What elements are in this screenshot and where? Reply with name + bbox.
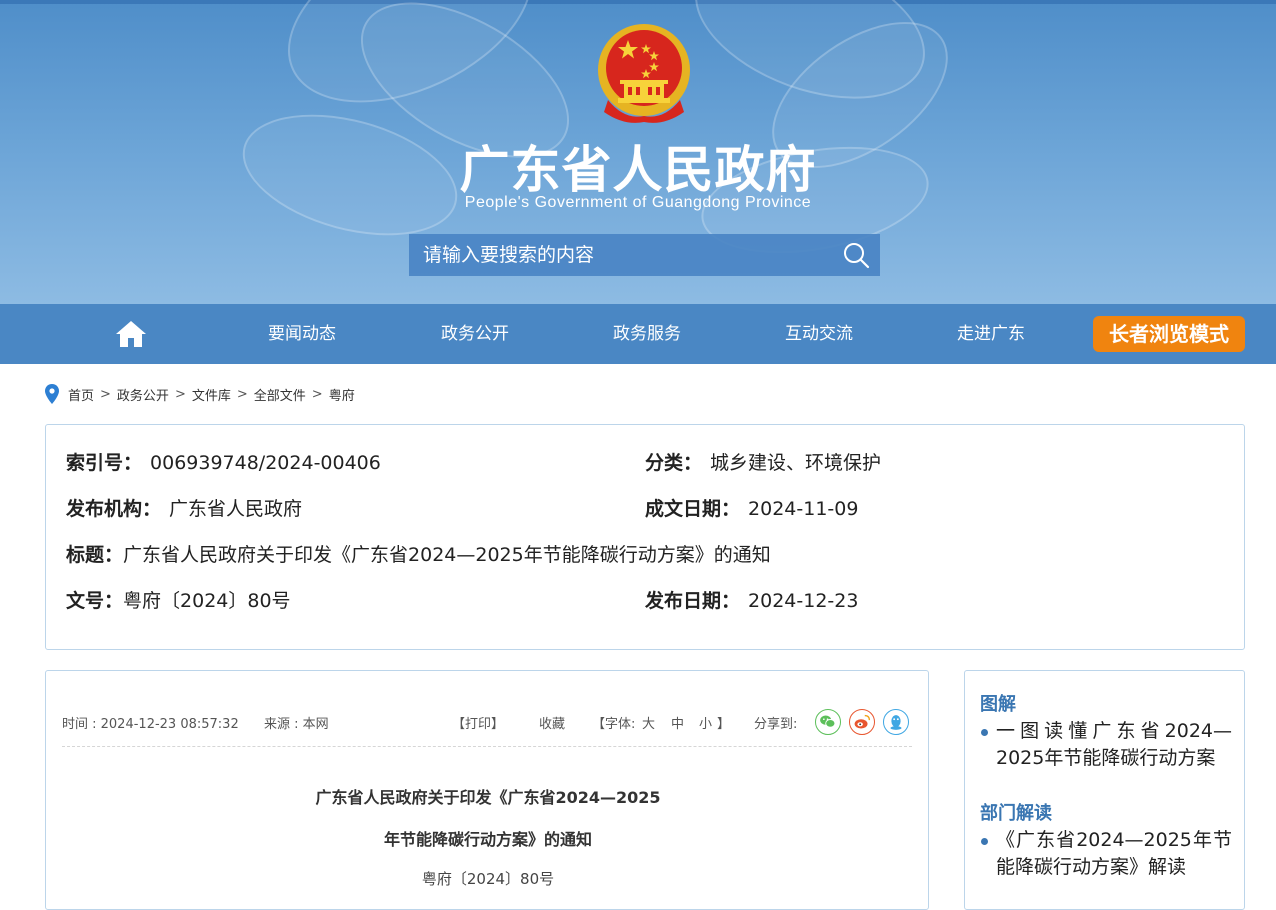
font-size-bracket: 】 [717,717,731,732]
publish-date-value: 2024-12-23 [748,590,859,612]
doc-number-value: 粤府〔2024〕80号 [123,590,291,612]
nav-item-open-government[interactable]: 政务公开 [405,304,545,364]
document-title-line-2: 年节能降碳行动方案》的通知 [383,830,592,849]
publish-date-row: 发布日期： 2024-12-23 [645,586,858,613]
font-size-label: 【字体: [592,717,636,732]
infographic-heading: 图解 [980,694,1016,715]
publish-date-label: 发布日期： [645,590,741,612]
category-value: 城乡建设、环境保护 [710,452,882,474]
breadcrumb-file-library[interactable]: 文件库 [192,385,231,404]
site-subtitle: People's Government of Guangdong Provinc… [464,194,812,211]
qq-icon[interactable] [883,709,909,735]
title-value: 广东省人民政府关于印发《广东省2024—2025年节能降碳行动方案》的通知 [123,544,771,566]
index-number-label: 索引号： [66,452,143,474]
doc-number-row: 文号：粤府〔2024〕80号 [66,586,291,613]
header-top-line [0,0,1276,4]
search-icon[interactable] [842,241,870,269]
breadcrumb-yuefu[interactable]: 粤府 [329,385,355,404]
article-source: 来源 : 本网 [264,717,329,732]
department-interpretation-heading: 部门解读 [980,803,1052,824]
weibo-icon[interactable] [849,709,875,735]
article-panel: 时间 : 2024-12-23 08:57:32 来源 : 本网 【打印】 收藏… [45,670,929,910]
breadcrumb-separator: > [100,386,111,402]
breadcrumb-separator: > [174,386,186,402]
breadcrumb-home[interactable]: 首页 [68,385,94,404]
list-bullet [981,729,988,736]
publisher-label: 发布机构： [66,498,162,520]
nav-item-about-guangdong[interactable]: 走进广东 [921,304,1061,364]
category-row: 分类： 城乡建设、环境保护 [645,448,881,475]
related-reading-panel: 图解 一图读懂广东省2024—2025年节能降碳行动方案 部门解读 《广东省20… [964,670,1245,910]
national-emblem-icon [598,24,690,123]
breadcrumb-open-government[interactable]: 政务公开 [117,385,169,404]
breadcrumb-separator: > [236,386,248,402]
title-label: 标题： [66,544,124,566]
share-label: 分享到: [754,717,798,732]
breadcrumb-separator: > [311,386,323,402]
location-pin-icon [45,384,59,404]
meta-divider [62,746,912,747]
font-medium-button[interactable]: 中 [671,713,684,732]
print-button[interactable]: 【打印】 [452,713,504,732]
home-icon[interactable] [115,320,147,348]
publisher-value: 广东省人民政府 [169,498,303,520]
written-date-label: 成文日期： [645,498,741,520]
article-time: 时间 : 2024-12-23 08:57:32 [62,717,239,732]
document-title-line-1: 广东省人民政府关于印发《广东省2024—2025 [315,788,661,807]
doc-number-label: 文号： [66,590,124,612]
main-nav: 要闻动态 政务公开 政务服务 互动交流 走进广东 长者浏览模式 [0,304,1276,364]
written-date-value: 2024-11-09 [748,498,859,520]
document-info-panel: 索引号： 006939748/2024-00406 分类： 城乡建设、环境保护 发布… [45,424,1245,650]
wechat-icon[interactable] [815,709,841,735]
nav-item-interaction[interactable]: 互动交流 [749,304,889,364]
font-large-button[interactable]: 大 [642,713,655,732]
infographic-link[interactable]: 一图读懂广东省2024—2025年节能降碳行动方案 [996,718,1232,772]
elder-mode-button[interactable]: 长者浏览模式 [1093,316,1245,352]
index-number-value: 006939748/2024-00406 [150,452,381,474]
document-number: 粤府〔2024〕80号 [421,870,555,888]
written-date-row: 成文日期： 2024-11-09 [645,494,858,521]
title-row: 标题：广东省人民政府关于印发《广东省2024—2025年节能降碳行动方案》的通知 [66,540,771,567]
nav-item-services[interactable]: 政务服务 [577,304,717,364]
favorite-button[interactable]: 收藏 [539,713,565,732]
search-bar [409,234,880,276]
font-small-button[interactable]: 小 [699,713,712,732]
breadcrumb-all-files[interactable]: 全部文件 [254,385,306,404]
site-title: 广东省人民政府 [459,141,817,199]
category-label: 分类： [645,452,703,474]
nav-item-news[interactable]: 要闻动态 [232,304,372,364]
article-meta-bar: 时间 : 2024-12-23 08:57:32 来源 : 本网 【打印】 收藏… [62,709,912,735]
site-header: 广东省人民政府 People's Government of Guangdong… [0,0,1276,304]
list-bullet [981,838,988,845]
breadcrumb: 首页 > 政务公开 > 文件库 > 全部文件 > 粤府 [45,383,355,405]
publisher-row: 发布机构： 广东省人民政府 [66,494,302,521]
search-input[interactable] [409,234,829,276]
index-number-row: 索引号： 006939748/2024-00406 [66,448,381,475]
interpretation-link[interactable]: 《广东省2024—2025年节能降碳行动方案》解读 [996,827,1232,881]
